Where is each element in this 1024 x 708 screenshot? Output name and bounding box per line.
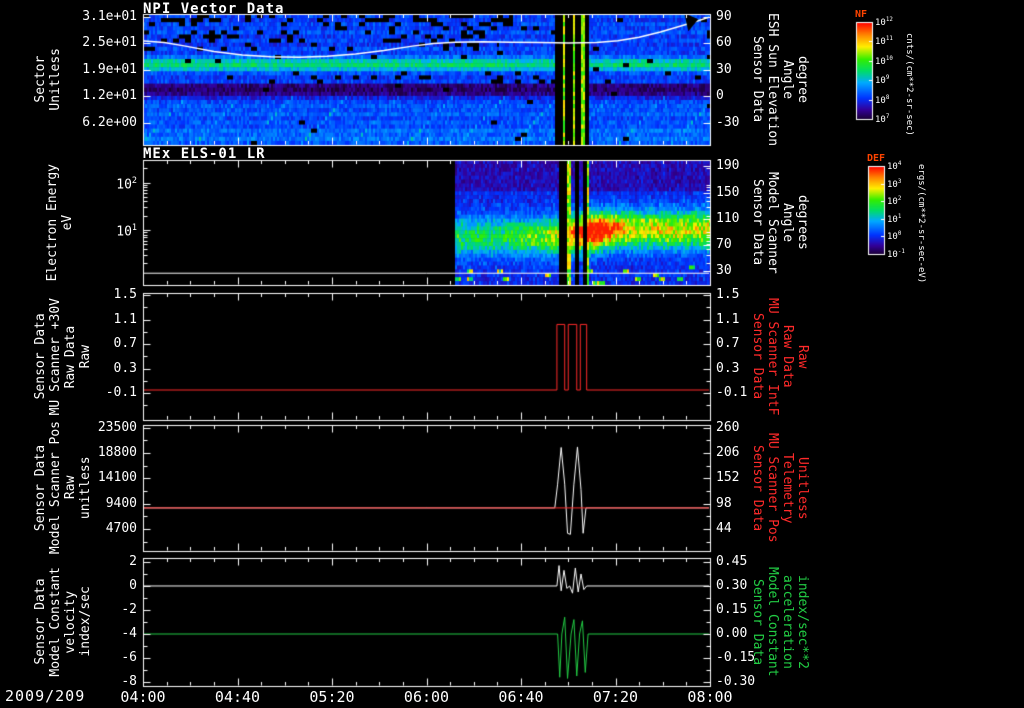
plot-window: NPI Vector Data MEx ELS-01 LR 2009/209 N… <box>0 0 1024 708</box>
plot-canvas <box>0 0 1024 708</box>
